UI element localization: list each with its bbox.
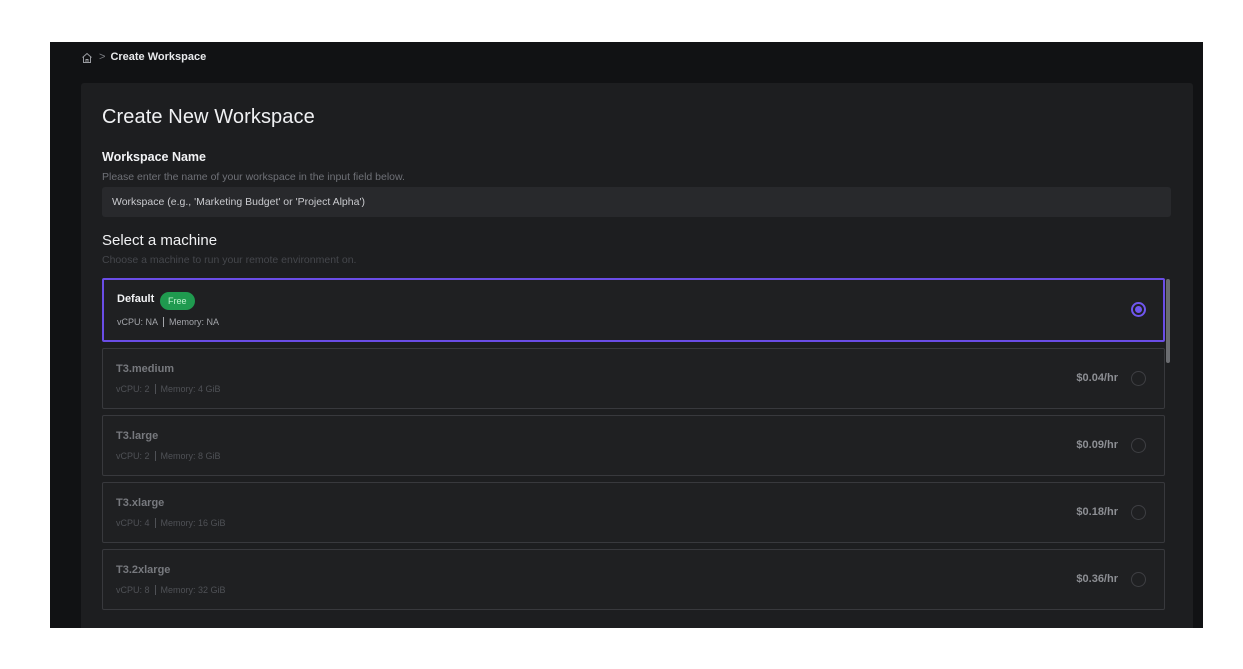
machine-card-t3-xlarge[interactable]: T3.xlarge vCPU: 4 Memory: 16 GiB $0.18/h… (102, 482, 1165, 543)
specs-divider (154, 451, 156, 461)
machine-name: T3.2xlarge (116, 564, 171, 576)
machine-card-t3-large[interactable]: T3.large vCPU: 2 Memory: 8 GiB $0.09/hr (102, 415, 1165, 476)
machine-specs: vCPU: 4 Memory: 16 GiB (116, 518, 226, 528)
machine-name: Default (117, 293, 155, 305)
workspace-name-help: Please enter the name of your workspace … (102, 171, 405, 183)
machine-name: T3.large (116, 430, 159, 442)
machine-memory: Memory: 32 GiB (160, 585, 226, 595)
machine-specs: vCPU: 2 Memory: 8 GiB (116, 451, 221, 461)
page-title: Create New Workspace (102, 106, 315, 128)
home-icon[interactable] (81, 51, 93, 63)
machine-memory: Memory: 8 GiB (160, 451, 221, 461)
machine-vcpu: vCPU: NA (117, 317, 159, 327)
machine-radio-t3-2xlarge[interactable] (1131, 572, 1146, 587)
machine-vcpu: vCPU: 2 (116, 451, 150, 461)
specs-divider (163, 317, 165, 327)
breadcrumb: > Create Workspace (50, 42, 1203, 72)
machine-price: $0.36/hr (1076, 573, 1118, 585)
machine-section-heading: Select a machine (102, 232, 218, 249)
machine-radio-t3-large[interactable] (1131, 438, 1146, 453)
machine-specs: vCPU: 8 Memory: 32 GiB (116, 585, 226, 595)
workspace-name-label: Workspace Name (102, 150, 206, 164)
free-badge: Free (160, 292, 195, 310)
machine-radio-default[interactable] (1131, 302, 1146, 317)
machine-price: $0.18/hr (1076, 506, 1118, 518)
machine-card-t3-medium[interactable]: T3.medium vCPU: 2 Memory: 4 GiB $0.04/hr (102, 348, 1165, 409)
machine-memory: Memory: 4 GiB (160, 384, 221, 394)
machine-card-default[interactable]: Default Free vCPU: NA Memory: NA (102, 278, 1165, 342)
machine-vcpu: vCPU: 2 (116, 384, 150, 394)
machine-list-scrollbar[interactable] (1166, 279, 1170, 363)
machine-price: $0.04/hr (1076, 372, 1118, 384)
machine-radio-t3-medium[interactable] (1131, 371, 1146, 386)
specs-divider (154, 585, 156, 595)
machine-card-t3-2xlarge[interactable]: T3.2xlarge vCPU: 8 Memory: 32 GiB $0.36/… (102, 549, 1165, 610)
breadcrumb-separator: > (99, 51, 106, 63)
workspace-name-input[interactable]: Workspace (e.g., 'Marketing Budget' or '… (102, 187, 1171, 217)
machine-specs: vCPU: 2 Memory: 4 GiB (116, 384, 221, 394)
specs-divider (154, 518, 156, 528)
breadcrumb-current: Create Workspace (110, 51, 207, 63)
machine-memory: Memory: NA (169, 317, 220, 327)
machine-name: T3.xlarge (116, 497, 165, 509)
machine-vcpu: vCPU: 4 (116, 518, 150, 528)
specs-divider (154, 384, 156, 394)
radio-selected-dot (1135, 306, 1142, 313)
machine-radio-t3-xlarge[interactable] (1131, 505, 1146, 520)
machine-name: T3.medium (116, 363, 175, 375)
machine-vcpu: vCPU: 8 (116, 585, 150, 595)
create-workspace-panel: Create New Workspace Workspace Name Plea… (81, 83, 1193, 628)
machine-section-help: Choose a machine to run your remote envi… (102, 254, 357, 266)
machine-price: $0.09/hr (1076, 439, 1118, 451)
machine-specs: vCPU: NA Memory: NA (117, 317, 219, 327)
machine-memory: Memory: 16 GiB (160, 518, 226, 528)
app-window: > Create Workspace Create New Workspace … (50, 42, 1203, 628)
